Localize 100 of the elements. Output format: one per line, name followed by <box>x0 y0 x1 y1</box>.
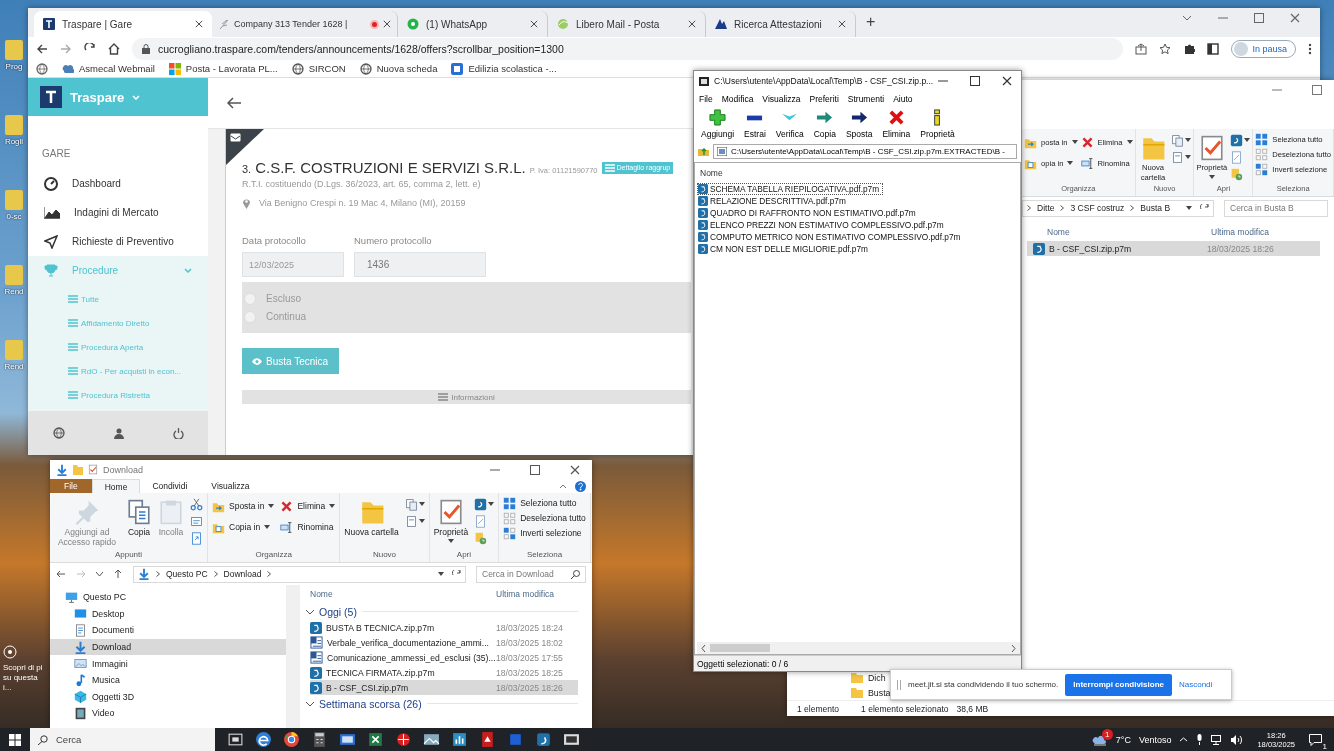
file-row[interactable]: B - CSF_CSI.zip.p7m 18/03/2025 18:26 <box>1027 241 1320 256</box>
weather-icon[interactable] <box>1091 733 1108 746</box>
globe-icon[interactable] <box>52 427 65 439</box>
ribbon-button[interactable] <box>1230 132 1251 148</box>
toolbar-button[interactable]: Sposta <box>840 109 878 139</box>
file-icon[interactable] <box>535 731 552 748</box>
input-field[interactable]: 1436 <box>354 252 486 277</box>
share-icon[interactable] <box>1135 42 1148 55</box>
close-icon[interactable] <box>1002 76 1013 86</box>
bookmark[interactable]: SIRCON <box>291 62 346 75</box>
menu-item[interactable]: Preferiti <box>809 93 839 104</box>
document-icon[interactable] <box>479 731 496 748</box>
square-icon[interactable] <box>507 731 524 748</box>
browser-tab[interactable]: Ricerca Attestazioni <box>706 11 856 38</box>
bookmark[interactable]: Posta - Lavorata PL... <box>168 62 278 75</box>
menu-item[interactable]: Dashboard <box>28 169 208 198</box>
browser-tab[interactable]: Traspare | Gare <box>34 11 212 38</box>
ribbon-button[interactable]: Seleziona tutto <box>503 496 586 510</box>
ribbon-button[interactable] <box>1171 149 1192 165</box>
file-row[interactable]: SCHEMA TABELLA RIEPILOGATIVA.pdf.p7m <box>697 183 884 195</box>
new-tab-button[interactable]: + <box>856 13 886 38</box>
nav-item[interactable]: Video <box>50 705 286 722</box>
browser-icon[interactable] <box>255 731 272 748</box>
calculator-icon[interactable] <box>311 731 328 748</box>
bookmark[interactable]: Edilizia scolastica -... <box>451 62 557 75</box>
browser-tab[interactable]: Company 313 Tender 1628 | <box>212 11 398 38</box>
column-header[interactable]: Nome <box>310 589 496 599</box>
globe-icon[interactable] <box>359 62 372 75</box>
ribbon-button[interactable]: Nuova cartella <box>344 496 399 537</box>
group-header[interactable]: Oggi (5) <box>300 603 592 620</box>
home-icon[interactable] <box>108 42 120 55</box>
toolbar-button[interactable]: Estrai <box>739 109 771 139</box>
weather-text[interactable]: Ventoso <box>1138 734 1172 745</box>
group-header[interactable]: Settimana scorsa (26) <box>300 695 592 712</box>
menu-item[interactable]: Strumenti <box>847 93 885 104</box>
window-icon[interactable] <box>339 731 356 748</box>
toolbar-button[interactable]: Proprietà <box>915 109 960 139</box>
nav-item[interactable]: Documenti <box>50 622 286 639</box>
stop-sharing-button[interactable]: Interrompi condivisione <box>1065 673 1172 696</box>
start-icon[interactable] <box>9 733 21 746</box>
ribbon-tab[interactable]: Visualizza <box>199 479 262 493</box>
close-icon[interactable] <box>530 20 538 29</box>
browser-tab[interactable]: Libero Mail - Posta <box>548 11 706 38</box>
chevron-down-icon[interactable] <box>96 572 103 576</box>
ribbon-button[interactable]: Deseleziona tutto <box>503 511 586 525</box>
nav-item[interactable]: Questo PC <box>50 589 286 606</box>
help-icon[interactable] <box>575 480 586 492</box>
file-row[interactable]: BUSTA B TECNICA.zip.p7m 18/03/2025 18:24 <box>310 620 578 635</box>
toolbar-button[interactable]: Copia <box>808 109 841 139</box>
desktop-icon-label[interactable]: Prog <box>5 62 23 71</box>
nav-item[interactable]: Musica <box>50 671 286 689</box>
bookmark[interactable]: Asmecal Webmail <box>62 62 155 75</box>
ribbon-button[interactable] <box>1171 132 1192 148</box>
nav-item[interactable]: Dich <box>851 670 886 685</box>
column-header[interactable]: Nome <box>697 166 1020 183</box>
breadcrumb-bar[interactable]: Questo PC Download <box>133 565 466 583</box>
maximize-icon[interactable] <box>530 464 540 475</box>
menu-item[interactable]: Aiuto <box>893 93 913 104</box>
chevron-down-icon[interactable] <box>1182 14 1192 21</box>
column-header[interactable]: Nome <box>1033 227 1211 237</box>
ribbon-button[interactable] <box>404 496 425 512</box>
archive-icon[interactable] <box>563 731 580 748</box>
maximize-icon[interactable] <box>970 76 981 86</box>
speaker-icon[interactable] <box>1231 734 1244 745</box>
menu-item[interactable]: Modifica <box>721 93 754 104</box>
user-icon[interactable] <box>113 427 124 439</box>
close-icon[interactable] <box>570 464 580 475</box>
ribbon-button[interactable] <box>404 513 425 529</box>
photo-icon[interactable] <box>423 731 440 748</box>
back-arrow-icon[interactable] <box>226 97 242 109</box>
nav-item[interactable]: Immagini <box>50 655 286 672</box>
file-row[interactable]: COMPUTO METRICO NON ESTIMATIVO COMPLESSIVO.pdf.p7m <box>697 231 965 243</box>
spreadsheet-icon[interactable] <box>367 731 384 748</box>
close-icon[interactable] <box>195 20 203 29</box>
ribbon-button[interactable]: Copia <box>126 496 152 537</box>
ribbon-button[interactable] <box>190 496 203 512</box>
search-field[interactable]: Cerca <box>30 728 215 751</box>
browser-icon[interactable] <box>283 731 300 748</box>
spotlight-text[interactable]: Scopri di pi su questa i... <box>3 663 48 693</box>
file-row[interactable]: TECNICA FIRMATA.zip.p7m 18/03/2025 18:25 <box>310 665 578 680</box>
chart-icon[interactable] <box>451 731 468 748</box>
power-icon[interactable] <box>172 427 184 439</box>
file-row[interactable]: B - CSF_CSI.zip.p7m 18/03/2025 18:26 <box>310 680 578 695</box>
ribbon-button[interactable] <box>474 496 495 512</box>
up-icon[interactable] <box>113 569 123 579</box>
menu-item[interactable]: Richieste di Preventivo <box>28 227 208 256</box>
nav-item[interactable]: Busta <box>851 685 891 700</box>
file-row[interactable]: RELAZIONE DESCRITTIVA.pdf.p7m <box>697 195 850 207</box>
hide-link[interactable]: Nascondi <box>1179 680 1213 689</box>
globe-icon[interactable] <box>291 62 304 75</box>
browser-tab[interactable]: (1) WhatsApp <box>398 11 548 38</box>
toolbar-button[interactable]: Elimina <box>877 109 916 139</box>
menu-item[interactable]: File <box>699 93 713 104</box>
ribbon-tab[interactable]: Condividi <box>140 479 200 493</box>
file-row[interactable]: QUADRO DI RAFFRONTO NON ESTIMATIVO.pdf.p7m <box>697 207 920 219</box>
ribbon-button[interactable]: Elimina <box>280 496 336 516</box>
side-panel-icon[interactable] <box>1207 42 1220 55</box>
menu-item[interactable]: Indagini di Mercato <box>28 198 208 227</box>
column-header[interactable]: Ultima modifica <box>1211 227 1270 237</box>
ribbon-tab[interactable]: File <box>50 479 92 493</box>
